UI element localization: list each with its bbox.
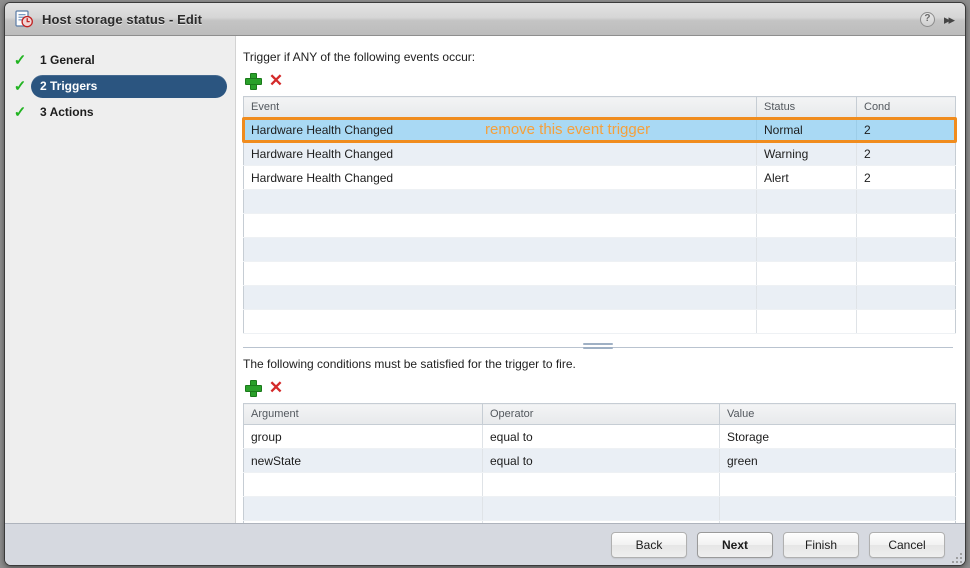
panel-splitter[interactable] — [243, 340, 953, 355]
cell-argument — [243, 496, 483, 521]
cell-value — [719, 472, 956, 497]
cell-status — [756, 285, 857, 310]
add-condition-button[interactable] — [245, 380, 262, 397]
cell-status: Alert — [756, 165, 857, 190]
table-row[interactable]: Hardware Health Changed Alert 2 — [243, 165, 956, 190]
table-row[interactable] — [243, 213, 956, 238]
remove-condition-button[interactable]: ✕ — [268, 379, 284, 396]
cell-cond — [856, 261, 956, 286]
window-title: Host storage status - Edit — [42, 11, 203, 27]
table-row[interactable] — [243, 496, 956, 521]
finish-button[interactable]: Finish — [783, 531, 859, 558]
cell-event — [243, 237, 757, 262]
cancel-button[interactable]: Cancel — [869, 531, 945, 558]
cell-operator — [482, 472, 720, 497]
cell-operator: equal to — [482, 424, 720, 449]
cell-cond — [856, 237, 956, 262]
dialog-body: ✓ 1 General ✓ 2 Triggers ✓ 3 Actions Tri… — [5, 36, 965, 523]
cell-value: Storage — [719, 424, 956, 449]
cell-cond — [856, 189, 956, 214]
cell-event — [243, 285, 757, 310]
sidebar-item-label: 2 Triggers — [31, 74, 227, 98]
cell-status — [756, 237, 857, 262]
title-bar: Host storage status - Edit ? ▸▸ — [5, 3, 965, 36]
wizard-step-sidebar: ✓ 1 General ✓ 2 Triggers ✓ 3 Actions — [5, 36, 236, 523]
dialog-footer: Back Next Finish Cancel — [5, 523, 965, 565]
check-icon: ✓ — [13, 51, 27, 69]
column-header-event[interactable]: Event — [243, 96, 757, 118]
cell-cond: 2 — [856, 117, 956, 142]
cell-operator: equal to — [482, 448, 720, 473]
sidebar-item-triggers[interactable]: ✓ 2 Triggers — [9, 73, 227, 99]
cell-cond — [856, 213, 956, 238]
table-row[interactable] — [243, 237, 956, 262]
events-section-label: Trigger if ANY of the following events o… — [243, 50, 476, 64]
cell-argument: group — [243, 424, 483, 449]
cell-event — [243, 309, 757, 334]
events-table[interactable]: Event Status Cond Hardware Health Change… — [243, 96, 956, 334]
cell-event — [243, 261, 757, 286]
column-header-status[interactable]: Status — [756, 96, 857, 118]
next-button[interactable]: Next — [697, 531, 773, 558]
document-alarm-icon — [15, 10, 33, 28]
events-toolbar: ✕ — [243, 70, 953, 92]
sidebar-item-general[interactable]: ✓ 1 General — [9, 47, 227, 73]
cell-event — [243, 213, 757, 238]
table-row[interactable] — [243, 285, 956, 310]
conditions-toolbar: ✕ — [243, 377, 953, 399]
conditions-section-label: The following conditions must be satisfi… — [243, 357, 576, 371]
table-row[interactable]: group equal to Storage — [243, 424, 956, 449]
conditions-table[interactable]: Argument Operator Value group equal to Sto… — [243, 403, 956, 523]
cell-value — [719, 496, 956, 521]
column-header-operator[interactable]: Operator — [482, 403, 720, 425]
cell-cond — [856, 309, 956, 334]
cell-operator — [482, 496, 720, 521]
cell-value: green — [719, 448, 956, 473]
cell-status: Normal — [756, 117, 857, 142]
table-row[interactable] — [243, 189, 956, 214]
resize-grip-icon[interactable] — [950, 551, 962, 563]
column-header-value[interactable]: Value — [719, 403, 956, 425]
sidebar-item-actions[interactable]: ✓ 3 Actions — [9, 99, 227, 125]
add-event-button[interactable] — [245, 73, 262, 90]
title-bar-actions: ? ▸▸ — [919, 11, 957, 27]
cell-cond — [856, 285, 956, 310]
back-button[interactable]: Back — [611, 531, 687, 558]
sidebar-item-label: 3 Actions — [40, 104, 94, 119]
cell-event — [243, 189, 757, 214]
cell-status — [756, 189, 857, 214]
table-row[interactable]: Hardware Health Changed Normal 2 — [243, 117, 956, 142]
cell-event: Hardware Health Changed — [243, 141, 757, 166]
check-icon: ✓ — [13, 103, 27, 121]
table-row[interactable] — [243, 309, 956, 334]
table-header-row: Argument Operator Value — [243, 403, 956, 425]
cell-cond: 2 — [856, 141, 956, 166]
help-icon[interactable]: ? — [919, 11, 935, 27]
remove-event-button[interactable]: ✕ — [268, 72, 284, 89]
table-row[interactable]: newState equal to green — [243, 448, 956, 473]
table-row[interactable] — [243, 261, 956, 286]
cell-argument — [243, 472, 483, 497]
cell-event: Hardware Health Changed — [243, 117, 757, 142]
cell-status: Warning — [756, 141, 857, 166]
cell-status — [756, 309, 857, 334]
cell-status — [756, 261, 857, 286]
table-row[interactable]: Hardware Health Changed Warning 2 — [243, 141, 956, 166]
cell-status — [756, 213, 857, 238]
expand-chevron-icon[interactable]: ▸▸ — [944, 13, 955, 26]
table-header-row: Event Status Cond — [243, 96, 956, 118]
dialog-window: Host storage status - Edit ? ▸▸ ✓ 1 Gene… — [4, 2, 966, 566]
sidebar-item-label: 1 General — [40, 52, 95, 67]
column-header-cond[interactable]: Cond — [856, 96, 956, 118]
cell-cond: 2 — [856, 165, 956, 190]
table-row[interactable] — [243, 472, 956, 497]
column-header-argument[interactable]: Argument — [243, 403, 483, 425]
splitter-grip-icon[interactable] — [583, 343, 613, 351]
cell-argument: newState — [243, 448, 483, 473]
cell-event: Hardware Health Changed — [243, 165, 757, 190]
check-icon: ✓ — [13, 77, 27, 95]
triggers-panel: Trigger if ANY of the following events o… — [236, 36, 965, 523]
